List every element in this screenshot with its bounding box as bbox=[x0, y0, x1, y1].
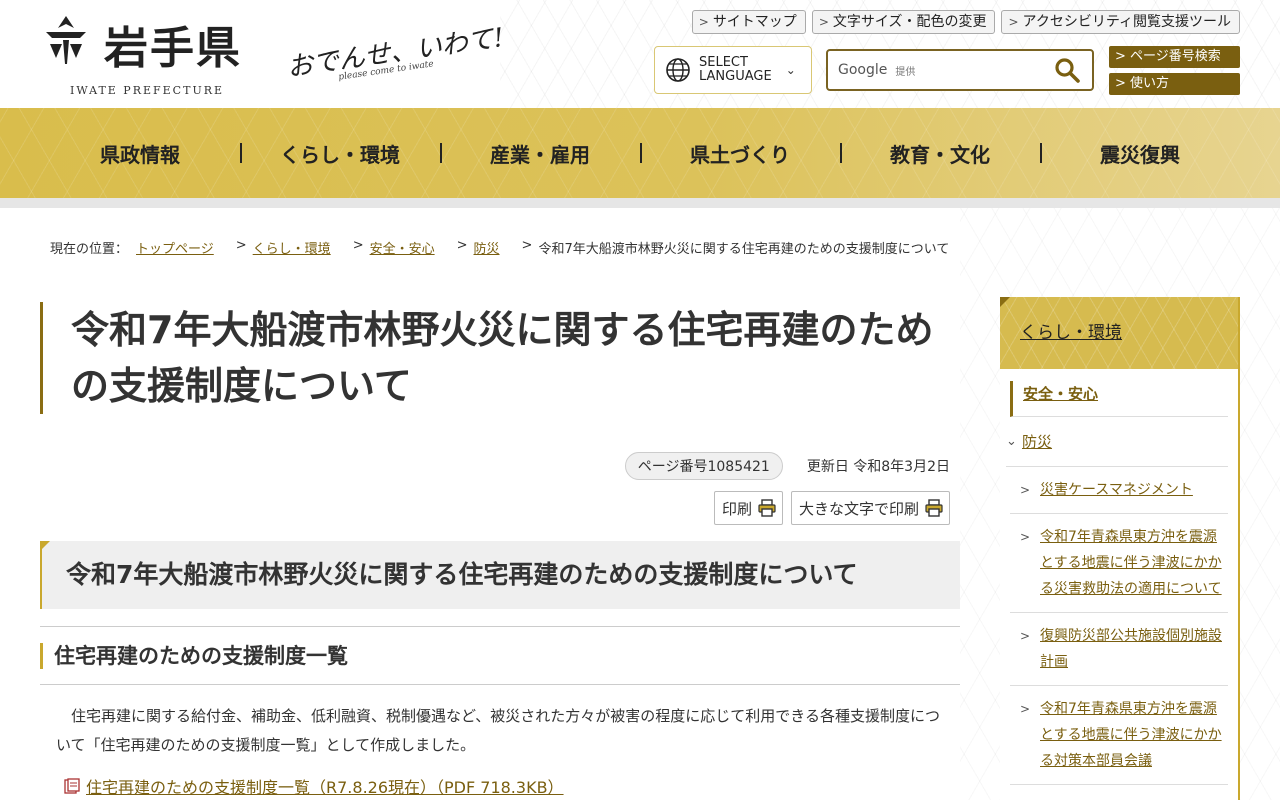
site-logo[interactable]: 岩手県 IWATE PREFECTURE bbox=[40, 12, 270, 102]
breadcrumb-current: 令和7年大船渡市林野火災に関する住宅再建のための支援制度について bbox=[538, 242, 950, 257]
font-size-color-link[interactable]: > 文字サイズ・配色の変更 bbox=[811, 10, 996, 34]
print-button[interactable]: 印刷 bbox=[713, 491, 783, 525]
globe-icon bbox=[666, 58, 690, 82]
breadcrumb-link-top[interactable]: トップページ bbox=[136, 238, 214, 257]
sidebar-sub-item-label: 災害ケースマネジメント bbox=[1040, 482, 1193, 498]
breadcrumb-link-safety[interactable]: 安全・安心 bbox=[370, 238, 435, 257]
catchphrase: おでんせ、いわて! please come to iwate bbox=[285, 10, 526, 90]
sidebar-sub-item-label: 令和7年青森県東方沖を震源とする地震に伴う津波にかかる災害救助法の適用について bbox=[1040, 529, 1222, 597]
google-label: Google bbox=[838, 62, 888, 78]
sitemap-link[interactable]: > サイトマップ bbox=[691, 10, 806, 34]
printer-icon bbox=[925, 499, 943, 517]
breadcrumb-label: 現在の位置： bbox=[50, 242, 129, 257]
chevron-right-icon: > bbox=[1020, 530, 1031, 544]
chevron-right-icon: > bbox=[1020, 483, 1031, 497]
breadcrumb: 現在の位置： トップページ > くらし・環境 > 安全・安心 > 防災 > 令和… bbox=[50, 238, 949, 257]
sitemap-label: サイトマップ bbox=[712, 14, 797, 30]
header-side-buttons: > ページ番号検索 > 使い方 bbox=[1109, 46, 1240, 100]
utility-links: > サイトマップ > 文字サイズ・配色の変更 > アクセシビリティ閲覧支援ツール bbox=[691, 10, 1240, 34]
google-provided-label: 提供 bbox=[895, 66, 916, 78]
sidebar-sub-item[interactable]: > 令和7年青森県東方沖を震源とする地震に伴う津波にかかる災害救助法の適用につい… bbox=[1010, 514, 1228, 613]
sidebar-sub-item[interactable]: > 令和7年青森県東方沖を震源とする地震に伴う津波にかかる対策本部員会議 bbox=[1010, 686, 1228, 785]
accessibility-tool-label: アクセシビリティ閲覧支援ツール bbox=[1022, 14, 1231, 30]
chevron-right-icon: > bbox=[698, 15, 709, 29]
subsection-heading: 住宅再建のための支援制度一覧 bbox=[40, 626, 960, 685]
sidebar-sub-item-label: 令和7年青森県東方沖を震源とする地震に伴う津波にかかる対策本部員会議 bbox=[1040, 701, 1222, 769]
sidebar-head-link[interactable]: くらし・環境 bbox=[1020, 323, 1122, 343]
how-to-use-label: 使い方 bbox=[1130, 76, 1170, 91]
chevron-right-icon: > bbox=[1020, 629, 1031, 643]
sidebar-item-safety[interactable]: 安全・安心 bbox=[1010, 381, 1228, 417]
logo-text: 岩手県 bbox=[104, 23, 242, 74]
chevron-right-icon: > bbox=[1020, 702, 1031, 716]
sidebar-sub-item-label: 復興防災部公共施設個別施設計画 bbox=[1040, 628, 1222, 670]
chevron-right-icon: > bbox=[1115, 76, 1131, 91]
select-language-label: SELECT LANGUAGE bbox=[699, 56, 772, 84]
body-paragraph: 住宅再建に関する給付金、補助金、低利融資、税制優遇など、被災された方々が被害の程… bbox=[56, 707, 940, 754]
section-heading: 令和7年大船渡市林野火災に関する住宅再建のための支援制度について bbox=[40, 541, 960, 609]
print-buttons: 印刷 大きな文字で印刷 bbox=[713, 491, 950, 525]
page-number-search-button[interactable]: > ページ番号検索 bbox=[1109, 46, 1240, 68]
updated-date: 更新日 令和8年3月2日 bbox=[806, 459, 950, 475]
global-nav-list: 県政情報 くらし・環境 産業・雇用 県土づくり 教育・文化 震災復興 bbox=[40, 108, 1240, 198]
gnav-item-education-culture[interactable]: 教育・文化 bbox=[840, 108, 1040, 198]
gnav-item-industry-employment[interactable]: 産業・雇用 bbox=[440, 108, 640, 198]
language-line2: LANGUAGE bbox=[699, 69, 772, 84]
breadcrumb-link-life[interactable]: くらし・環境 bbox=[253, 238, 331, 257]
page-number-badge: ページ番号1085421 bbox=[624, 452, 783, 480]
select-language-button[interactable]: SELECT LANGUAGE ⌄ bbox=[654, 46, 812, 94]
sidebar-sub-item[interactable]: > 復興防災部公共施設個別施設計画 bbox=[1010, 613, 1228, 686]
chevron-right-icon: > bbox=[1008, 15, 1019, 29]
print-large-button[interactable]: 大きな文字で印刷 bbox=[790, 491, 950, 525]
gnav-item-disaster-recovery[interactable]: 震災復興 bbox=[1040, 108, 1240, 198]
global-navigation: 県政情報 くらし・環境 産業・雇用 県土づくり 教育・文化 震災復興 bbox=[0, 108, 1280, 198]
page-meta: ページ番号1085421 更新日 令和8年3月2日 bbox=[624, 452, 950, 480]
printer-icon bbox=[758, 499, 776, 517]
breadcrumb-separator: > bbox=[235, 238, 247, 253]
accessibility-tool-link[interactable]: > アクセシビリティ閲覧支援ツール bbox=[1001, 10, 1240, 34]
language-line1: SELECT bbox=[699, 55, 748, 70]
gnav-item-land-development[interactable]: 県土づくり bbox=[640, 108, 840, 198]
breadcrumb-separator: > bbox=[352, 238, 364, 253]
nav-bottom-border bbox=[0, 198, 1280, 208]
sidebar-sub-item[interactable]: > 災害ケースマネジメント bbox=[1010, 467, 1228, 514]
prefecture-emblem-icon bbox=[46, 16, 86, 64]
sidebar: くらし・環境 安全・安心 ⌄ 防災 > 災害ケースマネジメント > 令和7年青森… bbox=[1000, 297, 1240, 800]
how-to-use-button[interactable]: > 使い方 bbox=[1109, 73, 1240, 95]
site-search-input[interactable]: Google 提供 bbox=[826, 49, 1094, 91]
logo-subtitle: IWATE PREFECTURE bbox=[70, 84, 225, 97]
sidebar-item-label: 防災 bbox=[1022, 433, 1053, 451]
chevron-right-icon: > bbox=[1115, 49, 1131, 64]
gnav-item-prefectural-info[interactable]: 県政情報 bbox=[40, 108, 240, 198]
chevron-down-icon: ⌄ bbox=[1006, 434, 1017, 449]
sidebar-head: くらし・環境 bbox=[1000, 297, 1238, 369]
gnav-item-life-environment[interactable]: くらし・環境 bbox=[240, 108, 440, 198]
breadcrumb-link-disaster-prevention[interactable]: 防災 bbox=[474, 238, 500, 257]
font-size-color-label: 文字サイズ・配色の変更 bbox=[832, 14, 987, 30]
page-title: 令和7年大船渡市林野火災に関する住宅再建のための支援制度について bbox=[40, 302, 940, 414]
pdf-icon bbox=[64, 778, 80, 794]
print-large-label: 大きな文字で印刷 bbox=[798, 499, 919, 518]
breadcrumb-separator: > bbox=[456, 238, 468, 253]
breadcrumb-separator: > bbox=[521, 238, 533, 253]
chevron-right-icon: > bbox=[818, 15, 829, 29]
page-number-search-label: ページ番号検索 bbox=[1130, 49, 1221, 64]
header: 岩手県 IWATE PREFECTURE おでんせ、いわて! please co… bbox=[0, 0, 1280, 108]
pdf-link-label: 住宅再建のための支援制度一覧（R7.8.26現在）（PDF 718.3KB） bbox=[86, 778, 564, 797]
sidebar-item-disaster-prevention[interactable]: ⌄ 防災 bbox=[1006, 417, 1228, 467]
search-icon[interactable] bbox=[1054, 57, 1080, 83]
chevron-down-icon: ⌄ bbox=[785, 63, 796, 77]
print-label: 印刷 bbox=[721, 499, 752, 518]
pdf-download-link[interactable]: 住宅再建のための支援制度一覧（R7.8.26現在）（PDF 718.3KB） bbox=[64, 774, 564, 798]
sidebar-sub-list: > 災害ケースマネジメント > 令和7年青森県東方沖を震源とする地震に伴う津波に… bbox=[1010, 467, 1228, 785]
